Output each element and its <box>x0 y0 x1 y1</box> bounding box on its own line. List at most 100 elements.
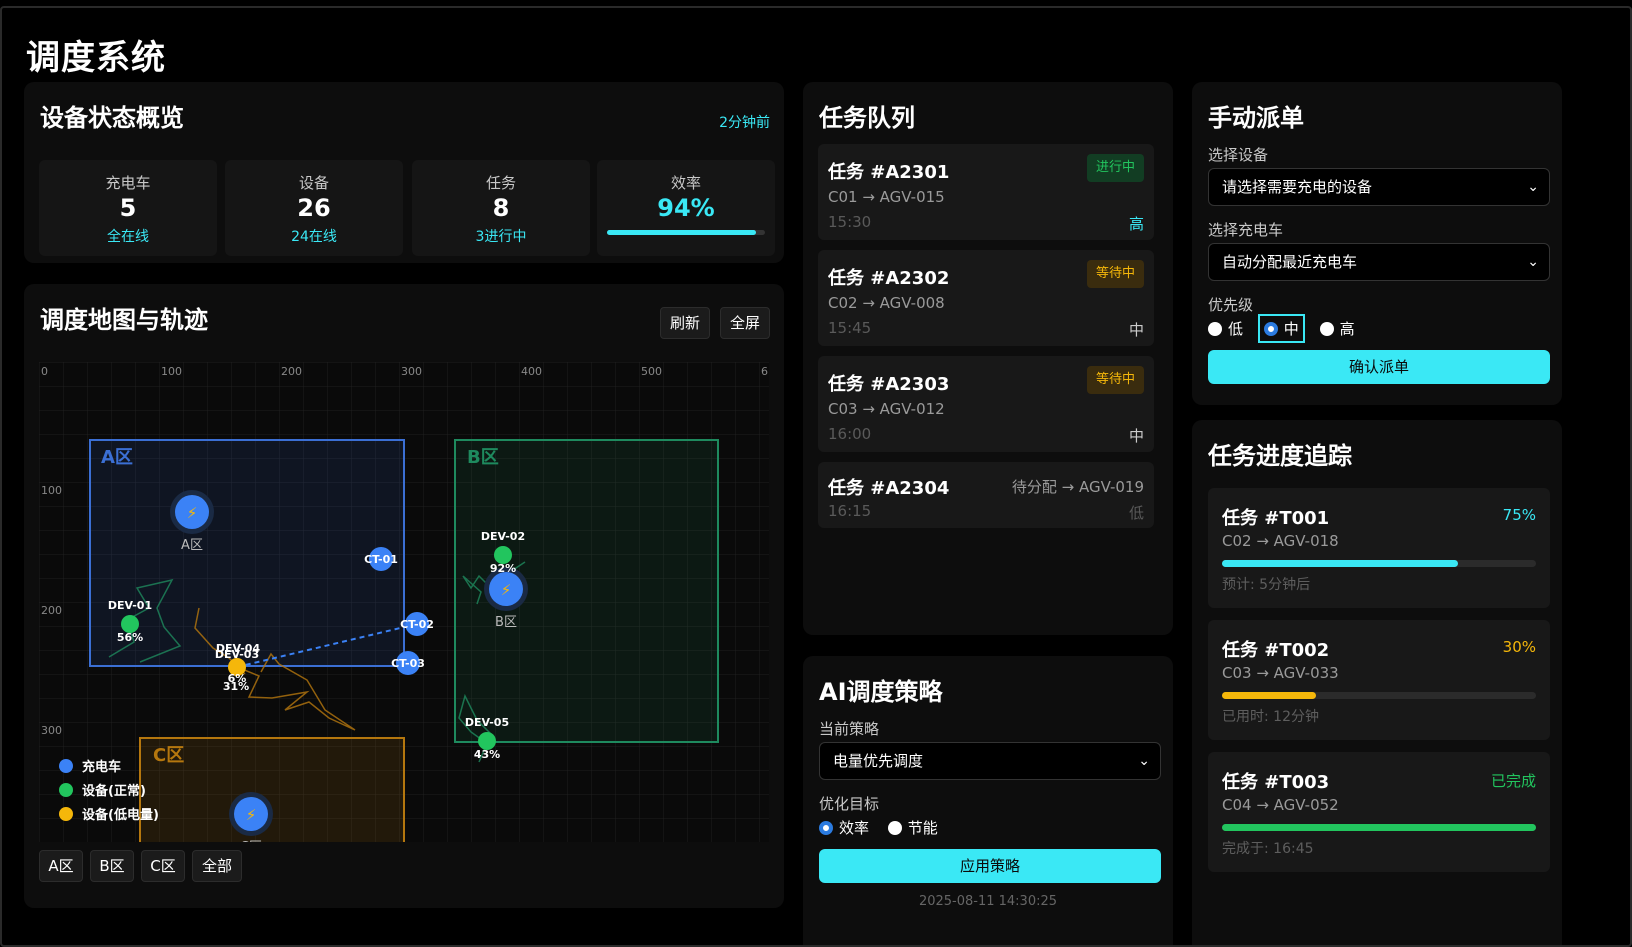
task-route: C03 → AGV-012 <box>828 400 945 418</box>
goal-option-energy[interactable]: 节能 <box>887 817 938 838</box>
task-card[interactable]: 任务 #A2303 等待中 C03 → AGV-012 16:00 中 <box>818 356 1154 452</box>
progress-card[interactable]: 任务 #T001 75% C02 → AGV-018 预计: 5分钟后 <box>1208 488 1550 608</box>
progress-task-title: 任务 #T001 <box>1222 508 1330 529</box>
strategy-select[interactable]: 电量优先调度 ⌄ <box>819 742 1161 780</box>
filter-all[interactable]: 全部 <box>192 850 242 882</box>
stat-sub: 3进行中 <box>475 229 527 245</box>
goal-radio-group: 效率 节能 <box>819 817 952 838</box>
status-badge: 等待中 <box>1086 366 1144 394</box>
progress-bar <box>1222 824 1536 831</box>
stat-label: 任务 <box>485 174 516 192</box>
lightning-icon: ⚡ <box>187 504 198 522</box>
confirm-dispatch-button[interactable]: 确认派单 <box>1208 350 1550 384</box>
fullscreen-button[interactable]: 全屏 <box>720 307 770 339</box>
device-name: DEV-05 <box>465 716 509 729</box>
dispatch-map[interactable]: 0 100 200 300 400 500 6 100 200 300 A区 B… <box>39 362 769 842</box>
filter-zone-b[interactable]: B区 <box>90 850 134 882</box>
progress-card[interactable]: 任务 #T003 已完成 C04 → AGV-052 完成于: 16:45 <box>1208 752 1550 872</box>
charger-select-label: 选择充电车 <box>1208 221 1284 239</box>
progress-note: 完成于: 16:45 <box>1222 841 1314 857</box>
apply-strategy-button[interactable]: 应用策略 <box>819 849 1161 883</box>
x-tick: 0 <box>41 365 48 378</box>
queue-title: 任务队列 <box>819 104 915 132</box>
stat-card-chargers: 充电车 5 全在线 <box>39 160 217 256</box>
goal-option-label: 效率 <box>839 819 870 837</box>
task-time: 16:15 <box>828 502 872 520</box>
radio-unchecked-icon <box>1319 321 1334 336</box>
task-title: 任务 #A2304 <box>828 478 950 499</box>
task-title: 任务 #A2301 <box>828 162 950 183</box>
station-label: B区 <box>495 615 517 630</box>
progress-bar-fill <box>1222 560 1458 567</box>
priority-option-label: 低 <box>1228 320 1244 338</box>
progress-percent: 75% <box>1502 506 1536 524</box>
x-tick: 300 <box>401 365 422 378</box>
stat-value: 94% <box>657 194 715 222</box>
charger-select[interactable]: 自动分配最近充电车 ⌄ <box>1208 243 1550 281</box>
ai-strategy-panel: AI调度策略 当前策略 电量优先调度 ⌄ 优化目标 效率 节能 应用策略 202… <box>803 656 1173 945</box>
priority-label: 高 <box>1128 215 1144 233</box>
efficiency-bar-fill <box>607 230 756 235</box>
device-name: DEV-01 <box>108 599 152 612</box>
ai-title: AI调度策略 <box>819 678 943 706</box>
filter-zone-a[interactable]: A区 <box>39 850 83 882</box>
manual-dispatch-panel: 手动派单 选择设备 请选择需要充电的设备 ⌄ 选择充电车 自动分配最近充电车 ⌄… <box>1192 82 1562 405</box>
strategy-timestamp: 2025-08-11 14:30:25 <box>918 894 1058 909</box>
progress-note: 已用时: 12分钟 <box>1222 709 1319 725</box>
progress-percent: 30% <box>1502 638 1536 656</box>
task-card[interactable]: 任务 #A2302 等待中 C02 → AGV-008 15:45 中 <box>818 250 1154 346</box>
y-tick: 200 <box>41 604 62 617</box>
status-badge: 进行中 <box>1086 154 1144 182</box>
station-label: A区 <box>181 538 203 553</box>
stat-value: 8 <box>492 194 510 222</box>
stat-value: 26 <box>297 194 331 222</box>
x-tick: 500 <box>641 365 662 378</box>
device-select[interactable]: 请选择需要充电的设备 ⌄ <box>1208 168 1550 206</box>
lightning-icon: ⚡ <box>246 806 257 824</box>
progress-route: C02 → AGV-018 <box>1222 532 1339 550</box>
x-tick: 6 <box>761 365 768 378</box>
task-card[interactable]: 任务 #A2301 进行中 C01 → AGV-015 15:30 高 <box>818 144 1154 240</box>
x-tick: 400 <box>521 365 542 378</box>
radio-unchecked-icon <box>887 820 902 835</box>
stat-card-tasks: 任务 8 3进行中 <box>412 160 590 256</box>
goal-option-efficiency[interactable]: 效率 <box>819 817 869 838</box>
priority-option-high[interactable]: 高 <box>1319 318 1355 339</box>
stat-label: 效率 <box>670 174 701 192</box>
map-title: 调度地图与轨迹 <box>40 306 208 334</box>
chevron-down-icon: ⌄ <box>1527 254 1539 270</box>
priority-option-medium[interactable]: 中 <box>1257 314 1305 343</box>
task-route: C01 → AGV-015 <box>828 188 945 206</box>
priority-option-label: 中 <box>1283 320 1299 338</box>
charger-label: CT-02 <box>400 618 434 631</box>
legend-label: 设备(低电量) <box>82 807 159 823</box>
device-select-value: 请选择需要充电的设备 <box>1222 178 1373 196</box>
task-title: 任务 #A2302 <box>828 268 950 289</box>
device-battery: 56% <box>117 631 143 644</box>
station-label: C区 <box>240 840 262 842</box>
charger-label: CT-01 <box>364 553 398 566</box>
task-card[interactable]: 任务 #A2304 待分配 → AGV-019 16:15 低 <box>818 462 1154 528</box>
overview-panel: 设备状态概览 2分钟前 充电车 5 全在线 设备 26 24在线 任务 8 3进… <box>24 82 784 263</box>
progress-route: C03 → AGV-033 <box>1222 664 1339 682</box>
x-tick: 100 <box>161 365 182 378</box>
device-battery: 31% <box>223 680 249 693</box>
zone-a-label: A区 <box>101 447 133 468</box>
y-tick: 100 <box>41 484 62 497</box>
charger-label: CT-03 <box>391 657 425 670</box>
priority-label: 优先级 <box>1208 296 1254 314</box>
refresh-button[interactable]: 刷新 <box>660 307 710 339</box>
filter-zone-c[interactable]: C区 <box>141 850 185 882</box>
progress-route: C04 → AGV-052 <box>1222 796 1339 814</box>
app-window: 调度系统 设备状态概览 2分钟前 充电车 5 全在线 设备 26 24在线 任务… <box>0 6 1632 947</box>
goal-label: 优化目标 <box>819 795 880 813</box>
overview-title: 设备状态概览 <box>40 104 184 132</box>
device-battery: 43% <box>474 748 500 761</box>
progress-bar <box>1222 560 1536 567</box>
progress-percent: 已完成 <box>1490 772 1536 790</box>
radio-checked-icon <box>819 820 833 835</box>
priority-option-low[interactable]: 低 <box>1208 318 1243 339</box>
progress-card[interactable]: 任务 #T002 30% C03 → AGV-033 已用时: 12分钟 <box>1208 620 1550 740</box>
updated-time: 2分钟前 <box>719 115 770 131</box>
chevron-down-icon: ⌄ <box>1527 179 1539 195</box>
